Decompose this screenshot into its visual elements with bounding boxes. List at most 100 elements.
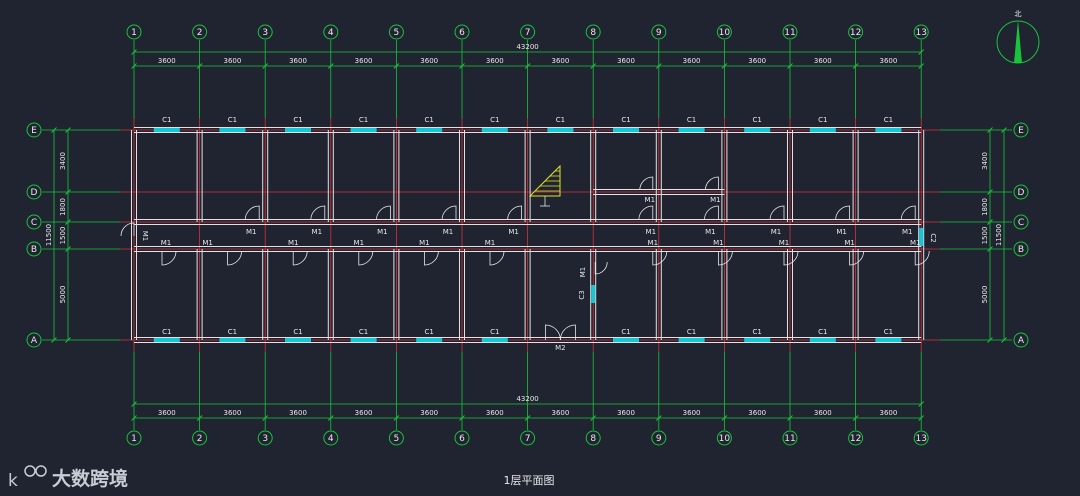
door-north-5 bbox=[507, 205, 522, 221]
window-top-5 bbox=[416, 128, 443, 132]
window-bottom-10 bbox=[744, 338, 771, 342]
door-south-3-label: M1 bbox=[354, 239, 365, 247]
dim-bay-bottom-1: 3600 bbox=[158, 409, 176, 417]
dim-seg-right-1: 1800 bbox=[981, 198, 989, 216]
dim-seg-right-0: 3400 bbox=[981, 152, 989, 170]
axis-label-right-D: D bbox=[1018, 188, 1025, 198]
door-south-r9 bbox=[783, 250, 799, 266]
door-main-label: M2 bbox=[555, 344, 566, 352]
axis-label-top-2: 2 bbox=[197, 28, 203, 38]
window-bottom-4 bbox=[350, 338, 377, 342]
dim-seg-left-0: 3400 bbox=[59, 152, 67, 170]
floor-plan: C1C1C1C1C1C1C1C1C1C1C1C1C1 C1C1C1C1C1C1C1… bbox=[8, 10, 1040, 491]
door-north-r8b bbox=[638, 205, 654, 221]
window-label-top-5: C1 bbox=[425, 116, 434, 124]
dim-bay-bottom-11: 3600 bbox=[814, 409, 832, 417]
window-label-bottom-2: C1 bbox=[228, 328, 237, 336]
door-south-3 bbox=[358, 250, 374, 266]
door-south-5-label: M1 bbox=[485, 239, 496, 247]
door-north-r11 bbox=[900, 205, 916, 221]
door-north-r10-label: M1 bbox=[836, 228, 847, 236]
north-arrow-icon: 北 bbox=[996, 10, 1040, 64]
dim-bay-bottom-4: 3600 bbox=[355, 409, 373, 417]
axis-label-right-E: E bbox=[1018, 126, 1024, 136]
door-north-2 bbox=[310, 205, 326, 221]
window-top-7 bbox=[547, 128, 574, 132]
window-bottom-11 bbox=[809, 338, 836, 342]
dim-bay-top-3: 3600 bbox=[289, 57, 307, 65]
dim-bay-bottom-2: 3600 bbox=[223, 409, 241, 417]
window-label-bottom-12: C1 bbox=[884, 328, 893, 336]
window-bottom-9 bbox=[678, 338, 705, 342]
door-north-1-label: M1 bbox=[246, 228, 257, 236]
door-south-r8-label: M1 bbox=[713, 239, 724, 247]
window-label-bottom-8: C1 bbox=[621, 328, 630, 336]
window-label-c2: C2 bbox=[929, 233, 937, 242]
dim-total-top: 43200 bbox=[516, 43, 538, 51]
door-south-r11 bbox=[914, 250, 930, 266]
axis-label-bottom-10: 10 bbox=[719, 434, 731, 444]
dim-bay-top-2: 3600 bbox=[223, 57, 241, 65]
door-south-r11-label: M1 bbox=[910, 239, 921, 247]
door-north-4-label: M1 bbox=[443, 228, 454, 236]
dim-depth-left: 11500 bbox=[45, 224, 53, 246]
dim-bay-top-1: 3600 bbox=[158, 57, 176, 65]
door-north-r11-label: M1 bbox=[902, 228, 913, 236]
window-bottom-12 bbox=[875, 338, 902, 342]
door-north-3-label: M1 bbox=[377, 228, 388, 236]
dim-bay-bottom-3: 3600 bbox=[289, 409, 307, 417]
dim-seg-left-2: 1500 bbox=[59, 227, 67, 245]
window-label-bottom-6: C1 bbox=[490, 328, 499, 336]
axis-label-top-5: 5 bbox=[394, 28, 400, 38]
window-label-top-1: C1 bbox=[162, 116, 171, 124]
dim-bay-top-12: 3600 bbox=[879, 57, 897, 65]
door-south-2 bbox=[292, 250, 308, 266]
door-d-2-label: M1 bbox=[710, 196, 721, 204]
axis-label-left-A: A bbox=[31, 336, 38, 346]
door-d-1 bbox=[639, 176, 654, 191]
grid-lines bbox=[42, 40, 1012, 430]
dim-bay-top-4: 3600 bbox=[355, 57, 373, 65]
door-south-1 bbox=[227, 250, 242, 266]
window-bottom-6 bbox=[481, 338, 508, 342]
door-north-r8b-label: M1 bbox=[646, 228, 657, 236]
door-north-r10 bbox=[835, 205, 850, 221]
dimension-lines: 43200 3600 3600 3600 3600 3600 3600 3600 3600 360… bbox=[45, 43, 1007, 421]
door-north-5-label: M1 bbox=[508, 228, 519, 236]
window-label-top-3: C1 bbox=[293, 116, 302, 124]
dim-depth-right: 11500 bbox=[995, 224, 1003, 246]
windows: C1 C1 C1 C1 C1 C1 C1 C1 C1 C1 C1 C1 C1 C1 C1 C1 C1 C1 C1 C1… bbox=[153, 116, 937, 342]
axis-label-top-10: 10 bbox=[719, 28, 731, 38]
window-label-bottom-5: C1 bbox=[425, 328, 434, 336]
door-north-2-label: M1 bbox=[312, 228, 323, 236]
window-top-2 bbox=[219, 128, 246, 132]
dim-total-bottom: 43200 bbox=[516, 395, 538, 403]
window-top-12 bbox=[875, 128, 902, 132]
axis-label-right-B: B bbox=[1018, 245, 1024, 255]
door-south-r8b bbox=[652, 250, 668, 266]
door-south-r8b-label: M1 bbox=[648, 239, 659, 247]
window-label-bottom-10: C1 bbox=[753, 328, 762, 336]
axis-label-top-3: 3 bbox=[262, 28, 268, 38]
axis-label-top-6: 6 bbox=[459, 28, 465, 38]
axis-label-bottom-13: 13 bbox=[915, 434, 926, 444]
door-north-r9 bbox=[769, 205, 785, 221]
axis-label-right-A: A bbox=[1018, 336, 1025, 346]
window-label-top-9: C1 bbox=[687, 116, 696, 124]
brand-text: 大数跨境 bbox=[52, 467, 128, 490]
window-bottom-1 bbox=[153, 338, 180, 342]
axis-label-bottom-2: 2 bbox=[197, 434, 203, 444]
window-top-6 bbox=[481, 128, 508, 132]
door-west-label: M1 bbox=[141, 231, 149, 242]
dim-bay-bottom-12: 3600 bbox=[879, 409, 897, 417]
window-label-top-7: C1 bbox=[556, 116, 565, 124]
window-top-1 bbox=[153, 128, 180, 132]
staircase bbox=[528, 164, 561, 207]
compass-label: 北 bbox=[1015, 10, 1022, 18]
axis-label-bottom-5: 5 bbox=[394, 434, 400, 444]
dim-bay-top-11: 3600 bbox=[814, 57, 832, 65]
axis-label-left-B: B bbox=[31, 245, 37, 255]
window-label-top-11: C1 bbox=[818, 116, 827, 124]
window-top-11 bbox=[809, 128, 836, 132]
axis-label-left-C: C bbox=[31, 218, 37, 228]
